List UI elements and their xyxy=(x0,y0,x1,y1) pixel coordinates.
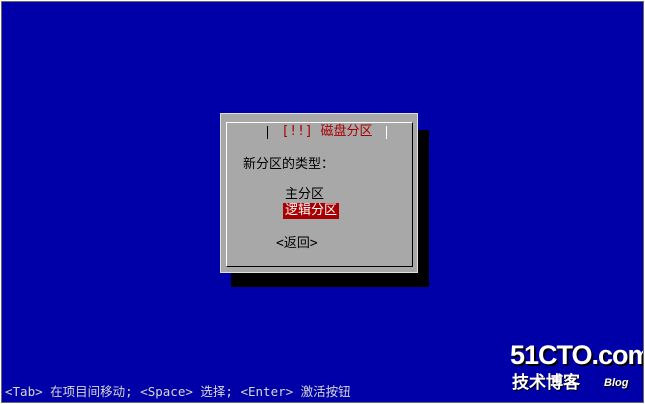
partition-type-dialog: [!!] 磁盘分区 新分区的类型： 主分区 逻辑分区 <返回> xyxy=(220,113,418,273)
dialog-title: [!!] 磁盘分区 xyxy=(268,123,386,140)
partition-type-prompt: 新分区的类型： xyxy=(243,157,335,172)
installer-screen: [!!] 磁盘分区 新分区的类型： 主分区 逻辑分区 <返回> <Tab> 在项… xyxy=(1,1,644,403)
dialog-frame: [!!] 磁盘分区 新分区的类型： 主分区 逻辑分区 <返回> xyxy=(226,122,413,267)
back-button[interactable]: <返回> xyxy=(276,236,318,252)
keyboard-hint-bar: <Tab> 在项目间移动; <Space> 选择; <Enter> 激活按钮 xyxy=(5,384,351,399)
site-watermark: 51CTO.com 技术博客 Blog xyxy=(510,338,644,398)
option-primary-partition[interactable]: 主分区 xyxy=(283,187,326,203)
option-logical-partition[interactable]: 逻辑分区 xyxy=(283,203,340,219)
partition-type-list: 主分区 逻辑分区 xyxy=(283,187,340,219)
watermark-blog-label: Blog xyxy=(604,377,629,389)
watermark-subtitle: 技术博客 xyxy=(512,373,580,392)
watermark-site-name: 51CTO.com xyxy=(510,340,644,370)
title-divider-right xyxy=(386,126,387,139)
